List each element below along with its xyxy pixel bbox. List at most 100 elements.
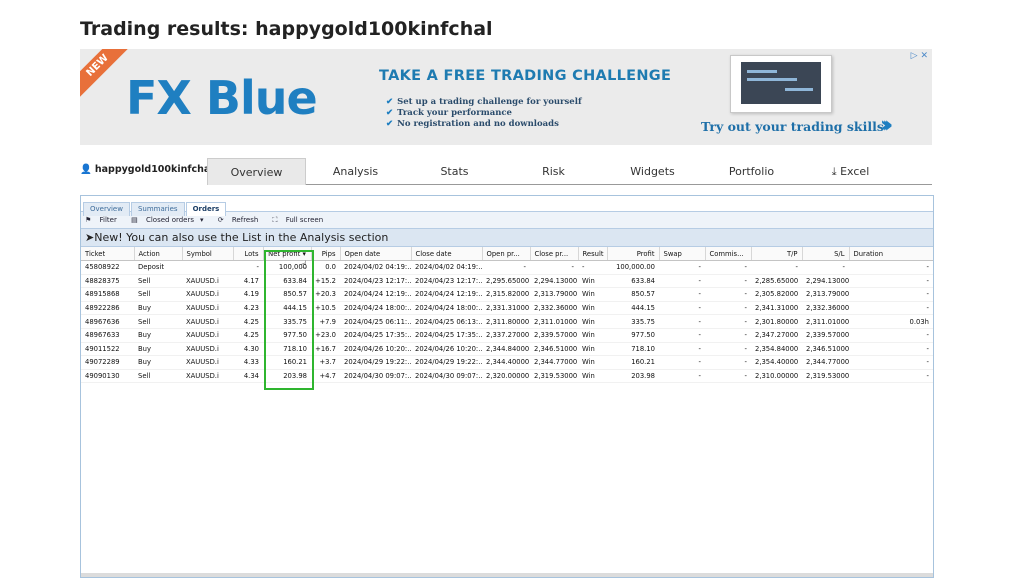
column-header[interactable]: Symbol	[182, 247, 234, 261]
subtabs: Overview Summaries Orders	[81, 196, 933, 216]
column-header[interactable]: Lots	[233, 247, 264, 261]
column-header[interactable]: Swap	[659, 247, 706, 261]
column-header[interactable]: Net profit ▾	[263, 247, 312, 261]
ad-banner[interactable]: NEW FX Blue TAKE A FREE TRADING CHALLENG…	[80, 49, 932, 145]
fx-blue-logo: FX Blue	[126, 71, 318, 125]
column-header[interactable]: S/L	[802, 247, 850, 261]
table-cell: -	[705, 301, 751, 316]
column-header[interactable]: Result	[578, 247, 608, 261]
column-header[interactable]: Open date	[340, 247, 412, 261]
table-cell: -	[659, 260, 705, 275]
filter-button[interactable]: ⚑ Filter	[85, 216, 123, 224]
table-cell: Win	[578, 274, 607, 289]
table-cell: Win	[578, 369, 607, 384]
table-cell: 2024/04/02 04:19:...	[411, 260, 482, 275]
table-row[interactable]: 48967636 Sell XAUUSD.i 4.25 335.75 +7.9 2024/0…	[81, 314, 933, 329]
table-row[interactable]: 49011522 Buy XAUUSD.i 4.30 718.10 +16.7 2024/0…	[81, 342, 933, 357]
table-cell: 2,332.36000	[530, 301, 578, 316]
tab-widgets[interactable]: Widgets	[604, 158, 701, 184]
table-cell: -	[849, 301, 933, 316]
tab-excel-label: Excel	[840, 165, 870, 178]
ad-choices-close-icon[interactable]: ▷ ✕	[911, 51, 928, 61]
table-cell: 2,346.51000	[530, 342, 578, 357]
table-cell: 2024/04/25 17:35:...	[411, 328, 482, 343]
tab-stats[interactable]: Stats	[406, 158, 503, 184]
list-icon: ▤	[131, 216, 138, 224]
column-header[interactable]: Open pr...	[482, 247, 531, 261]
ad-screenshot-thumbnail	[730, 55, 832, 113]
ad-cta-link[interactable]: Try out your trading skills	[701, 119, 884, 134]
column-header[interactable]: Pips	[311, 247, 341, 261]
table-cell: Win	[578, 314, 607, 329]
double-chevron-icon[interactable]: ›››	[880, 113, 893, 138]
table-cell: -	[659, 342, 705, 357]
table-cell: -	[751, 260, 802, 275]
table-cell: 2024/04/24 12:19:...	[411, 287, 482, 302]
column-header[interactable]: Ticket	[81, 247, 135, 261]
table-cell: Buy	[134, 301, 182, 316]
account-name: 👤 happygold100kinfchal	[80, 164, 214, 175]
check-icon: ✔	[386, 97, 394, 107]
table-cell: 2,295.65000	[482, 274, 530, 289]
table-cell: 2,285.65000	[751, 274, 802, 289]
tab-analysis[interactable]: Analysis	[307, 158, 404, 184]
full-screen-button[interactable]: ⛶ Full screen	[273, 216, 330, 224]
table-cell: -	[705, 369, 751, 384]
table-row[interactable]: 49072289 Buy XAUUSD.i 4.33 160.21 +3.7 2024/04…	[81, 355, 933, 370]
table-cell: 2,346.51000	[802, 342, 849, 357]
table-cell: +16.7	[311, 342, 340, 357]
table-cell: 2,301.80000	[751, 314, 802, 329]
column-header[interactable]: Commis...	[705, 247, 752, 261]
tab-overview[interactable]: Overview	[207, 158, 306, 185]
table-cell: 2,331.31000	[482, 301, 530, 316]
column-header[interactable]: Close pr...	[530, 247, 579, 261]
table-cell: 850.57	[263, 287, 311, 302]
sort-desc-icon: ▾	[302, 249, 306, 258]
column-header[interactable]: Close date	[411, 247, 483, 261]
column-header[interactable]: T/P	[751, 247, 803, 261]
table-row[interactable]: 48922286 Buy XAUUSD.i 4.23 444.15 +10.5 2024/0…	[81, 301, 933, 316]
table-header-row: Ticket Action Symbol Lots Net profit ▾ Pips Op…	[81, 247, 933, 261]
refresh-icon: ⟳	[217, 216, 224, 224]
tab-excel[interactable]: ⤓ Excel	[802, 158, 899, 184]
tab-portfolio[interactable]: Portfolio	[703, 158, 800, 184]
column-header[interactable]: Action	[134, 247, 183, 261]
table-cell: XAUUSD.i	[182, 328, 233, 343]
download-icon: ⤓	[831, 165, 837, 178]
table-cell: 2024/04/24 18:00:...	[340, 301, 411, 316]
orders-toolbar: ⚑ Filter ▤ Closed orders ▾ ⟳ Refresh ⛶ Fu…	[81, 211, 933, 229]
table-cell: 4.23	[233, 301, 263, 316]
table-row[interactable]: 45808922 Deposit -100,000 0.0 2024/04/02 04:…	[81, 260, 933, 275]
horizontal-scrollbar[interactable]	[81, 573, 933, 577]
page-title: Trading results: happygold100kinfchal	[80, 18, 493, 40]
table-cell: XAUUSD.i	[182, 287, 233, 302]
table-cell: XAUUSD.i	[182, 314, 233, 329]
notice-bar: ➤New! You can also use the List in the A…	[81, 229, 933, 247]
closed-orders-dropdown[interactable]: ▤ Closed orders ▾	[131, 216, 209, 224]
orders-widget: Overview Summaries Orders ⚑ Filter ▤ Close…	[80, 195, 934, 578]
column-header[interactable]: Profit	[607, 247, 660, 261]
table-cell: 2024/04/24 12:19:...	[340, 287, 411, 302]
table-cell: Deposit	[134, 260, 182, 275]
table-cell: 48967633	[81, 328, 134, 343]
table-cell: 2024/04/25 06:11:...	[340, 314, 411, 329]
table-row[interactable]: 49090130 Sell XAUUSD.i 4.34 203.98 +4.7 2024/0…	[81, 369, 933, 384]
table-cell: 2,305.82000	[751, 287, 802, 302]
table-cell: 444.15	[263, 301, 311, 316]
table-cell: 2,294.13000	[530, 274, 578, 289]
table-row[interactable]: 48915868 Sell XAUUSD.i 4.19 850.57 +20.3 2024/…	[81, 287, 933, 302]
table-cell: 2,344.84000	[482, 342, 530, 357]
table-cell: 2,339.57000	[530, 328, 578, 343]
table-row[interactable]: 48967633 Buy XAUUSD.i 4.25 977.50 +23.0 2024/0…	[81, 328, 933, 343]
table-cell: 850.57	[607, 287, 659, 302]
table-cell: Buy	[134, 342, 182, 357]
column-header[interactable]: Duration	[849, 247, 933, 261]
tab-risk[interactable]: Risk	[505, 158, 602, 184]
table-cell: 49011522	[81, 342, 134, 357]
table-cell: 2024/04/24 18:00:...	[411, 301, 482, 316]
table-row[interactable]: 48828375 Sell XAUUSD.i 4.17 633.84 +15.2 2024/…	[81, 274, 933, 289]
refresh-button[interactable]: ⟳ Refresh	[218, 216, 265, 224]
table-cell: -	[705, 314, 751, 329]
table-body: 45808922 Deposit -100,000 0.0 2024/04/02 04:…	[81, 260, 933, 384]
table-cell: -	[482, 260, 530, 275]
